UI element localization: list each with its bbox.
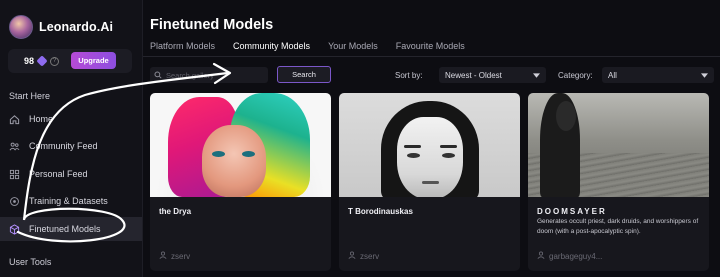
- sort-label: Sort by:: [395, 71, 423, 80]
- token-icon: [36, 55, 48, 67]
- section-label-user-tools: User Tools: [9, 257, 52, 267]
- sidebar-item-personal-feed[interactable]: Personal Feed: [0, 162, 142, 186]
- author-name: zserv: [360, 251, 380, 261]
- model-card[interactable]: the Drya zserv: [150, 93, 331, 271]
- tab-platform-models[interactable]: Platform Models: [150, 41, 215, 57]
- tab-your-models[interactable]: Your Models: [328, 41, 378, 57]
- model-author[interactable]: zserv: [159, 251, 190, 261]
- tabs-divider: [143, 56, 720, 57]
- chevron-down-icon: [701, 71, 708, 80]
- model-title: DOOMSAYER: [537, 207, 607, 216]
- sort-value: Newest - Oldest: [445, 70, 502, 80]
- upgrade-button[interactable]: Upgrade: [71, 52, 116, 69]
- user-icon: [159, 251, 167, 261]
- category-value: All: [608, 70, 617, 80]
- tab-community-models[interactable]: Community Models: [233, 41, 311, 57]
- sidebar-item-label: Finetuned Models: [29, 224, 101, 234]
- sidebar-item-finetuned-models[interactable]: Finetuned Models: [0, 217, 142, 241]
- chevron-down-icon: [533, 71, 540, 80]
- sidebar-item-label: Community Feed: [29, 141, 98, 151]
- grid-icon: [9, 169, 20, 180]
- search-box: [150, 67, 268, 83]
- app-window: Leonardo.Ai 98 ? Upgrade Start Here Home…: [0, 0, 720, 277]
- user-icon: [348, 251, 356, 261]
- main-content: Finetuned Models Platform Models Communi…: [143, 0, 720, 277]
- model-author[interactable]: garbageguy4...: [537, 251, 602, 261]
- sidebar-item-label: Home: [29, 114, 54, 124]
- author-name: zserv: [171, 251, 191, 261]
- sidebar-item-label: Training & Datasets: [29, 196, 108, 206]
- cube-icon: [9, 223, 20, 235]
- training-icon: [9, 196, 20, 207]
- model-title: T Borodinauskas: [348, 207, 413, 216]
- search-button[interactable]: Search: [277, 66, 331, 83]
- user-icon: [537, 251, 545, 261]
- model-card[interactable]: DOOMSAYER Generates occult priest, dark …: [528, 93, 709, 271]
- info-icon[interactable]: ?: [50, 56, 60, 66]
- model-author[interactable]: zserv: [348, 251, 379, 261]
- section-label-start-here: Start Here: [9, 91, 51, 101]
- model-thumbnail: [150, 93, 331, 197]
- search-icon: [154, 66, 162, 84]
- community-icon: [9, 141, 20, 152]
- sort-select[interactable]: Newest - Oldest: [439, 67, 546, 83]
- sidebar-item-label: Personal Feed: [29, 169, 88, 179]
- model-thumbnail: [339, 93, 520, 197]
- search-input[interactable]: [166, 70, 261, 80]
- model-card[interactable]: T Borodinauskas zserv: [339, 93, 520, 271]
- page-title: Finetuned Models: [150, 17, 274, 33]
- category-select[interactable]: All: [602, 67, 714, 83]
- tab-favourite-models[interactable]: Favourite Models: [396, 41, 465, 57]
- sidebar: Leonardo.Ai 98 ? Upgrade Start Here Home…: [0, 0, 143, 277]
- category-label: Category:: [558, 71, 593, 80]
- token-count: 98: [24, 56, 35, 66]
- model-tabs: Platform Models Community Models Your Mo…: [150, 41, 483, 57]
- sidebar-item-community-feed[interactable]: Community Feed: [0, 134, 142, 158]
- logo-avatar: [9, 15, 33, 39]
- brand-name: Leonardo.Ai: [39, 20, 114, 34]
- model-title: the Drya: [159, 207, 192, 216]
- author-name: garbageguy4...: [549, 251, 603, 261]
- home-icon: [9, 114, 20, 125]
- sidebar-item-home[interactable]: Home: [0, 107, 142, 131]
- model-thumbnail: [528, 93, 709, 197]
- model-description: Generates occult priest, dark druids, an…: [537, 218, 699, 235]
- sidebar-item-training-datasets[interactable]: Training & Datasets: [0, 189, 142, 213]
- brand[interactable]: Leonardo.Ai: [9, 15, 113, 39]
